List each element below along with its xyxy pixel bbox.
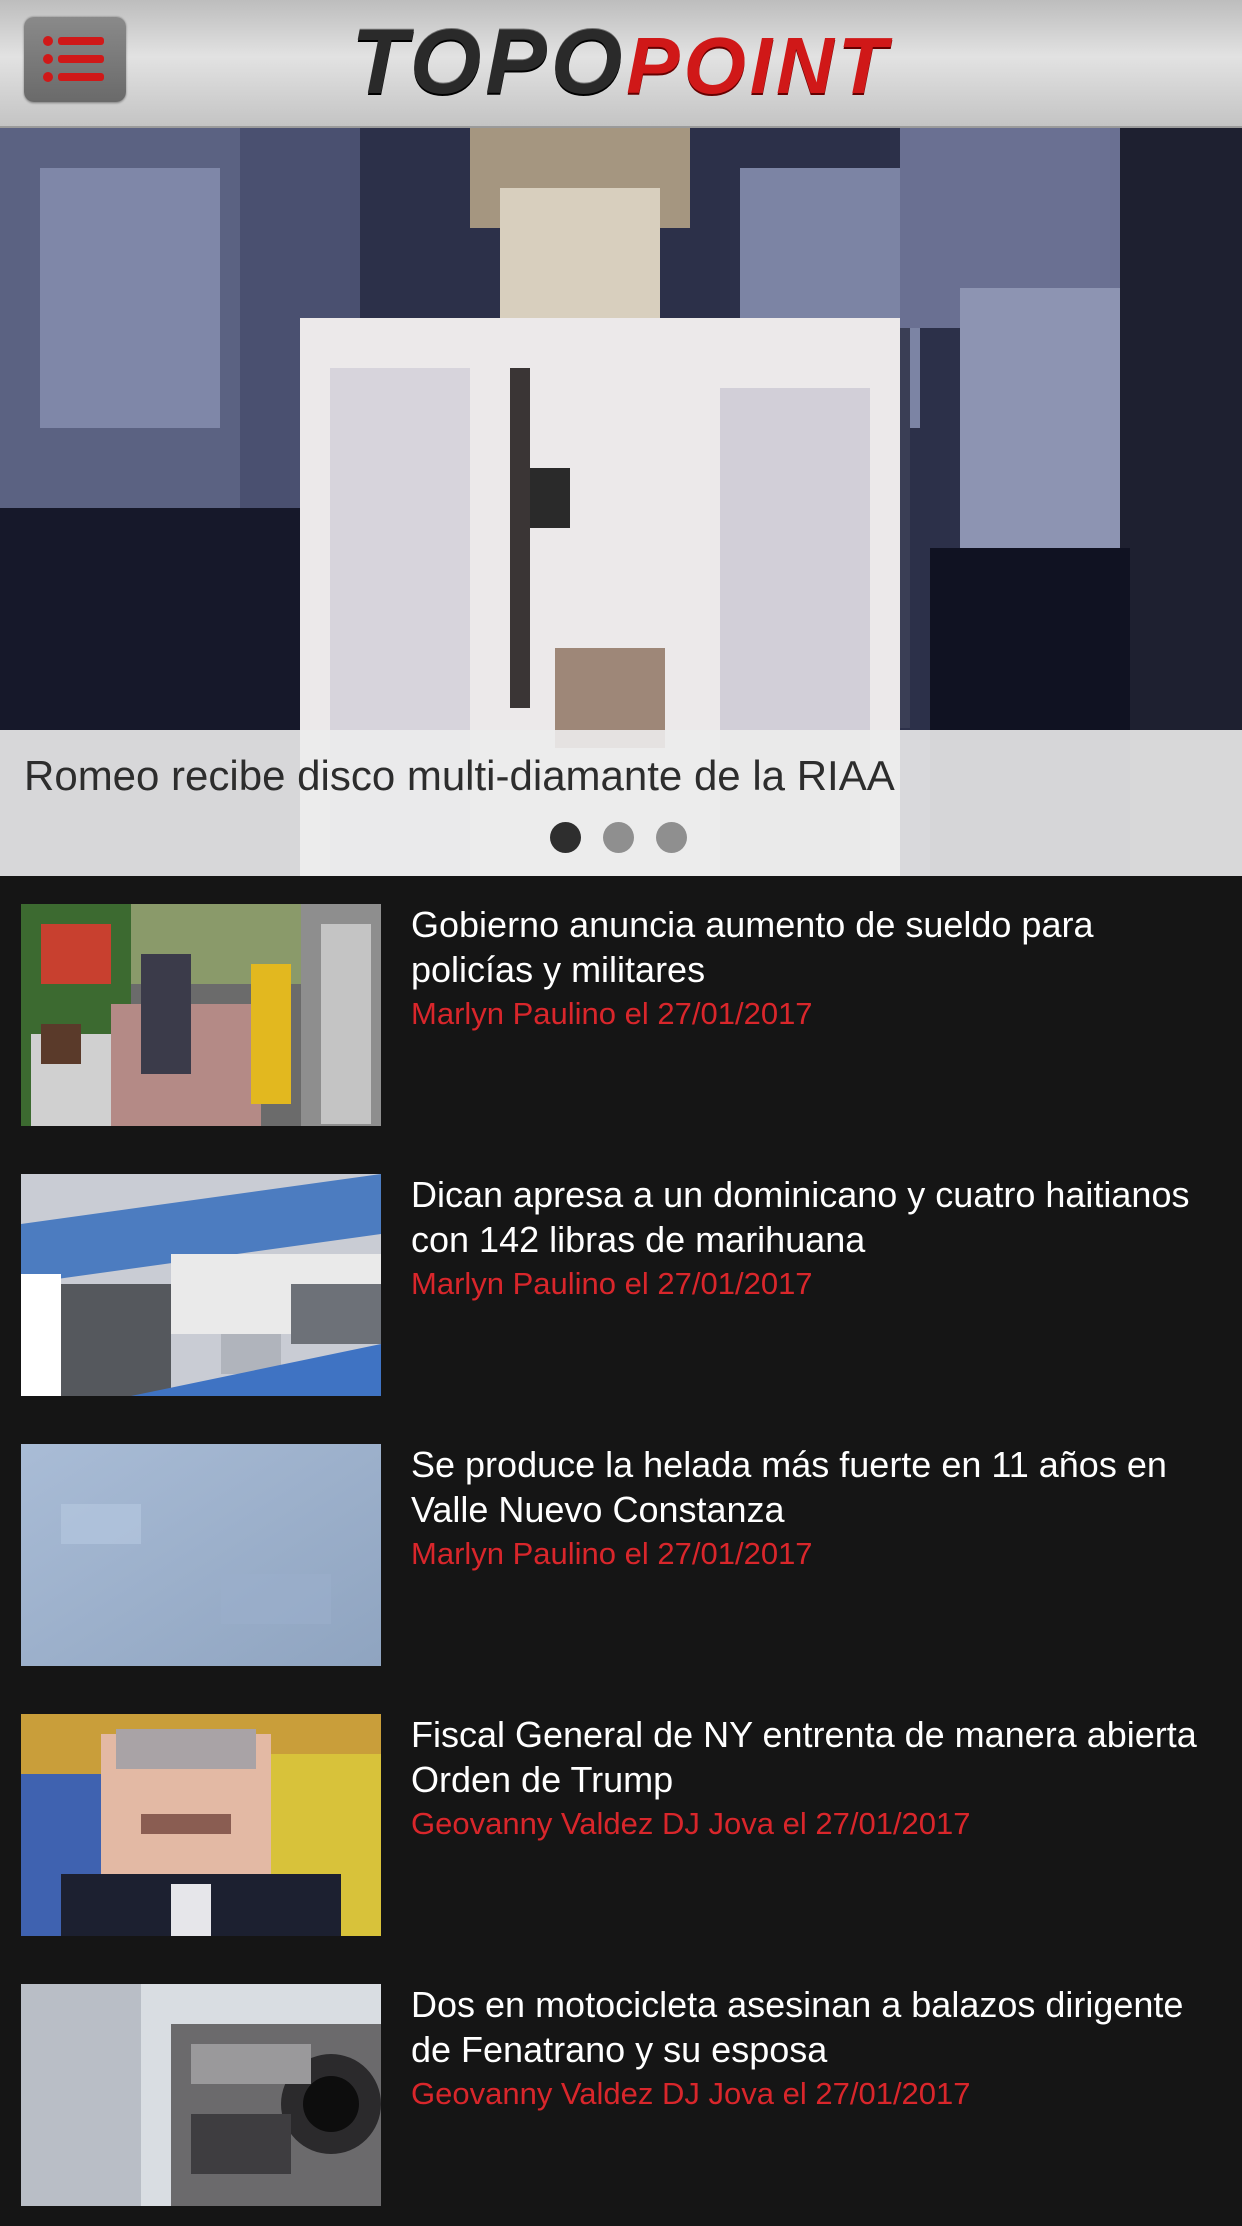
news-title-text: Fiscal General de NY entrenta de manera … bbox=[411, 1714, 1197, 1800]
news-byline: Geovanny Valdez DJ Jova el 27/01/2017 bbox=[411, 2076, 971, 2111]
news-headline[interactable]: Dos en motocicleta asesinan a balazos di… bbox=[411, 1982, 1211, 2114]
news-headline[interactable]: Gobierno anuncia aumento de sueldo para … bbox=[411, 902, 1211, 1034]
app-logo: TOPOPOINT bbox=[0, 14, 1242, 114]
news-title-text: Gobierno anuncia aumento de sueldo para … bbox=[411, 904, 1094, 990]
news-thumbnail[interactable] bbox=[21, 1984, 381, 2206]
featured-slider[interactable]: Romeo recibe disco multi-diamante de la … bbox=[0, 128, 1242, 876]
news-title-text: Dican apresa a un dominicano y cuatro ha… bbox=[411, 1174, 1190, 1260]
news-byline: Geovanny Valdez DJ Jova el 27/01/2017 bbox=[411, 1806, 971, 1841]
news-item[interactable]: Se produce la helada más fuerte en 11 añ… bbox=[0, 1416, 1242, 1686]
logo-text-red: POINT bbox=[626, 21, 891, 110]
featured-caption[interactable]: Romeo recibe disco multi-diamante de la … bbox=[0, 730, 1242, 876]
news-thumbnail[interactable] bbox=[21, 904, 381, 1126]
news-item[interactable]: Fiscal General de NY entrenta de manera … bbox=[0, 1686, 1242, 1956]
news-headline[interactable]: Dican apresa a un dominicano y cuatro ha… bbox=[411, 1172, 1211, 1304]
news-thumbnail[interactable] bbox=[21, 1174, 381, 1396]
slider-dot-3[interactable] bbox=[656, 822, 687, 853]
news-item[interactable]: Gobierno anuncia aumento de sueldo para … bbox=[0, 876, 1242, 1146]
news-byline: Marlyn Paulino el 27/01/2017 bbox=[411, 1266, 813, 1301]
logo-text-dark: TOPO bbox=[351, 11, 627, 113]
news-title-text: Se produce la helada más fuerte en 11 añ… bbox=[411, 1444, 1167, 1530]
app-header: TOPOPOINT bbox=[0, 0, 1242, 128]
slider-pagination bbox=[550, 822, 709, 853]
slider-dot-1[interactable] bbox=[550, 822, 581, 853]
news-item[interactable]: Dos en motocicleta asesinan a balazos di… bbox=[0, 1956, 1242, 2226]
news-thumbnail[interactable] bbox=[21, 1714, 381, 1936]
news-byline: Marlyn Paulino el 27/01/2017 bbox=[411, 996, 813, 1031]
news-byline: Marlyn Paulino el 27/01/2017 bbox=[411, 1536, 813, 1571]
news-headline[interactable]: Fiscal General de NY entrenta de manera … bbox=[411, 1712, 1211, 1844]
slider-dot-2[interactable] bbox=[603, 822, 634, 853]
news-thumbnail[interactable] bbox=[21, 1444, 381, 1666]
news-headline[interactable]: Se produce la helada más fuerte en 11 añ… bbox=[411, 1442, 1211, 1574]
news-title-text: Dos en motocicleta asesinan a balazos di… bbox=[411, 1984, 1184, 2070]
featured-title[interactable]: Romeo recibe disco multi-diamante de la … bbox=[24, 752, 895, 800]
news-item[interactable]: Dican apresa a un dominicano y cuatro ha… bbox=[0, 1146, 1242, 1416]
